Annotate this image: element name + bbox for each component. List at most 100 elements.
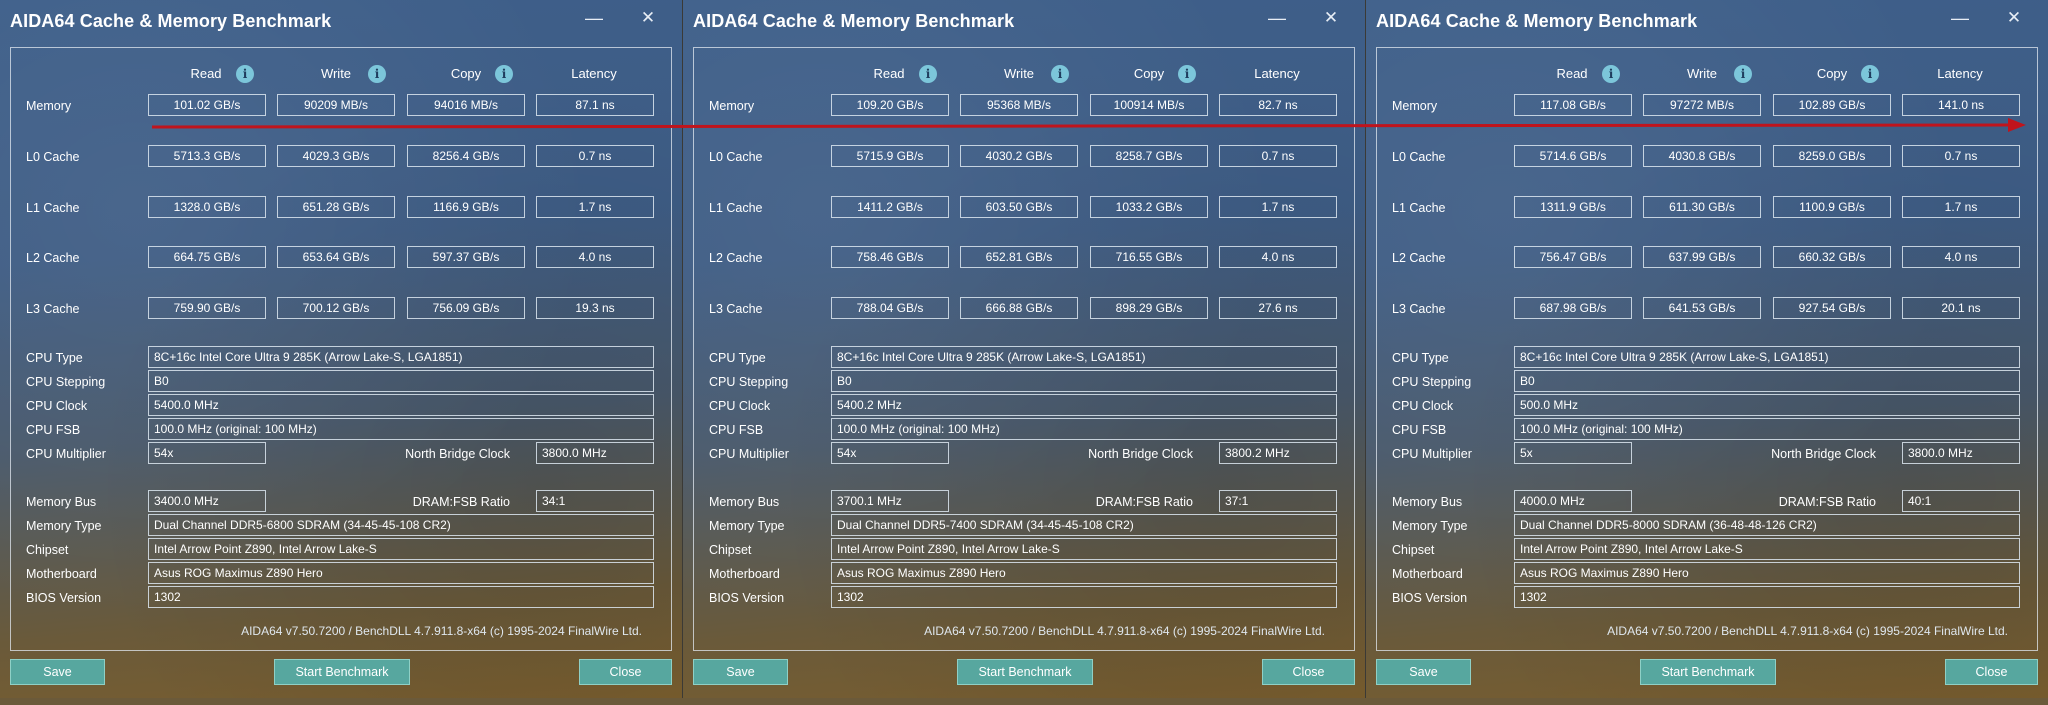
row-label-l2: L2 Cache (26, 251, 80, 265)
cpu-fsb-value: 100.0 MHz (original: 100 MHz) (148, 418, 654, 440)
cpu-type-label: CPU Type (26, 351, 83, 365)
motherboard-value: Asus ROG Maximus Z890 Hero (148, 562, 654, 584)
l2-copy-value: 716.55 GB/s (1090, 246, 1208, 268)
cpu-fsb-label: CPU FSB (709, 423, 764, 437)
motherboard-label: Motherboard (1392, 567, 1463, 581)
cpu-type-value: 8C+16c Intel Core Ultra 9 285K (Arrow La… (148, 346, 654, 368)
l0-read-value: 5714.6 GB/s (1514, 145, 1632, 167)
column-header-latency: Latency (1937, 66, 1983, 81)
nb-clock-label: North Bridge Clock (405, 447, 510, 461)
l0-copy-value: 8256.4 GB/s (407, 145, 525, 167)
info-icon[interactable]: i (236, 65, 254, 83)
close-icon[interactable]: ✕ (636, 6, 660, 30)
save-button[interactable]: Save (10, 659, 105, 685)
cpu-multiplier-value: 54x (831, 442, 949, 464)
row-label-l1: L1 Cache (1392, 201, 1446, 215)
info-icon[interactable]: i (368, 65, 386, 83)
minimize-icon[interactable]: — (1948, 6, 1972, 30)
memory-bus-label: Memory Bus (709, 495, 780, 509)
bios-value: 1302 (1514, 586, 2020, 608)
taskbar-strip (0, 698, 2048, 705)
start-benchmark-button[interactable]: Start Benchmark (274, 659, 410, 685)
row-label-memory: Memory (709, 99, 755, 113)
info-icon[interactable]: i (495, 65, 513, 83)
minimize-icon[interactable]: — (582, 6, 606, 30)
l2-latency-value: 4.0 ns (1902, 246, 2020, 268)
bios-label: BIOS Version (26, 591, 102, 605)
close-button[interactable]: Close (579, 659, 672, 685)
l2-copy-value: 597.37 GB/s (407, 246, 525, 268)
l2-write-value: 652.81 GB/s (960, 246, 1078, 268)
save-button[interactable]: Save (1376, 659, 1471, 685)
row-label-l0: L0 Cache (1392, 150, 1446, 164)
l0-write-value: 4030.2 GB/s (960, 145, 1078, 167)
l1-read-value: 1328.0 GB/s (148, 196, 266, 218)
column-header-latency: Latency (571, 66, 617, 81)
benchmark-window-3: AIDA64 Cache & Memory Benchmark — ✕ Read… (1366, 0, 2048, 698)
info-icon[interactable]: i (919, 65, 937, 83)
l0-copy-value: 8258.7 GB/s (1090, 145, 1208, 167)
cpu-type-value: 8C+16c Intel Core Ultra 9 285K (Arrow La… (831, 346, 1337, 368)
row-label-l1: L1 Cache (26, 201, 80, 215)
info-icon[interactable]: i (1602, 65, 1620, 83)
l1-copy-value: 1166.9 GB/s (407, 196, 525, 218)
info-icon[interactable]: i (1734, 65, 1752, 83)
l2-latency-value: 4.0 ns (1219, 246, 1337, 268)
close-button[interactable]: Close (1262, 659, 1355, 685)
version-footer: AIDA64 v7.50.7200 / BenchDLL 4.7.911.8-x… (1607, 624, 2008, 638)
nb-clock-value: 3800.2 MHz (1219, 442, 1337, 464)
cpu-clock-value: 500.0 MHz (1514, 394, 2020, 416)
l1-read-value: 1311.9 GB/s (1514, 196, 1632, 218)
l2-read-value: 664.75 GB/s (148, 246, 266, 268)
memory-read-value: 117.08 GB/s (1514, 94, 1632, 116)
cpu-multiplier-label: CPU Multiplier (26, 447, 106, 461)
cpu-clock-label: CPU Clock (1392, 399, 1454, 413)
memory-type-label: Memory Type (26, 519, 102, 533)
start-benchmark-button[interactable]: Start Benchmark (957, 659, 1093, 685)
memory-type-value: Dual Channel DDR5-7400 SDRAM (34-45-45-1… (831, 514, 1337, 536)
row-label-l1: L1 Cache (709, 201, 763, 215)
cpu-clock-label: CPU Clock (709, 399, 771, 413)
l1-read-value: 1411.2 GB/s (831, 196, 949, 218)
cpu-clock-value: 5400.2 MHz (831, 394, 1337, 416)
memory-copy-value: 100914 MB/s (1090, 94, 1208, 116)
window-title: AIDA64 Cache & Memory Benchmark (693, 11, 1015, 31)
memory-bus-value: 4000.0 MHz (1514, 490, 1632, 512)
l3-latency-value: 27.6 ns (1219, 297, 1337, 319)
motherboard-label: Motherboard (26, 567, 97, 581)
memory-bus-label: Memory Bus (26, 495, 97, 509)
row-label-l3: L3 Cache (26, 302, 80, 316)
info-icon[interactable]: i (1861, 65, 1879, 83)
l2-write-value: 637.99 GB/s (1643, 246, 1761, 268)
close-button[interactable]: Close (1945, 659, 2038, 685)
l1-write-value: 611.30 GB/s (1643, 196, 1761, 218)
cpu-stepping-label: CPU Stepping (26, 375, 106, 389)
memory-latency-value: 141.0 ns (1902, 94, 2020, 116)
l1-write-value: 603.50 GB/s (960, 196, 1078, 218)
minimize-icon[interactable]: — (1265, 6, 1289, 30)
chipset-value: Intel Arrow Point Z890, Intel Arrow Lake… (148, 538, 654, 560)
info-icon[interactable]: i (1178, 65, 1196, 83)
cpu-stepping-label: CPU Stepping (1392, 375, 1472, 389)
chipset-value: Intel Arrow Point Z890, Intel Arrow Lake… (831, 538, 1337, 560)
close-icon[interactable]: ✕ (2002, 6, 2026, 30)
nb-clock-value: 3800.0 MHz (536, 442, 654, 464)
start-benchmark-button[interactable]: Start Benchmark (1640, 659, 1776, 685)
motherboard-value: Asus ROG Maximus Z890 Hero (831, 562, 1337, 584)
close-icon[interactable]: ✕ (1319, 6, 1343, 30)
column-header-latency: Latency (1254, 66, 1300, 81)
memory-type-value: Dual Channel DDR5-8000 SDRAM (36-48-48-1… (1514, 514, 2020, 536)
save-button[interactable]: Save (693, 659, 788, 685)
dram-ratio-label: DRAM:FSB Ratio (1095, 495, 1193, 509)
cpu-multiplier-label: CPU Multiplier (1392, 447, 1472, 461)
dram-ratio-value: 34:1 (536, 490, 654, 512)
chipset-value: Intel Arrow Point Z890, Intel Arrow Lake… (1514, 538, 2020, 560)
l0-write-value: 4029.3 GB/s (277, 145, 395, 167)
l1-copy-value: 1033.2 GB/s (1090, 196, 1208, 218)
memory-write-value: 97272 MB/s (1643, 94, 1761, 116)
l3-write-value: 666.88 GB/s (960, 297, 1078, 319)
info-icon[interactable]: i (1051, 65, 1069, 83)
bios-value: 1302 (831, 586, 1337, 608)
l2-read-value: 756.47 GB/s (1514, 246, 1632, 268)
l3-read-value: 759.90 GB/s (148, 297, 266, 319)
